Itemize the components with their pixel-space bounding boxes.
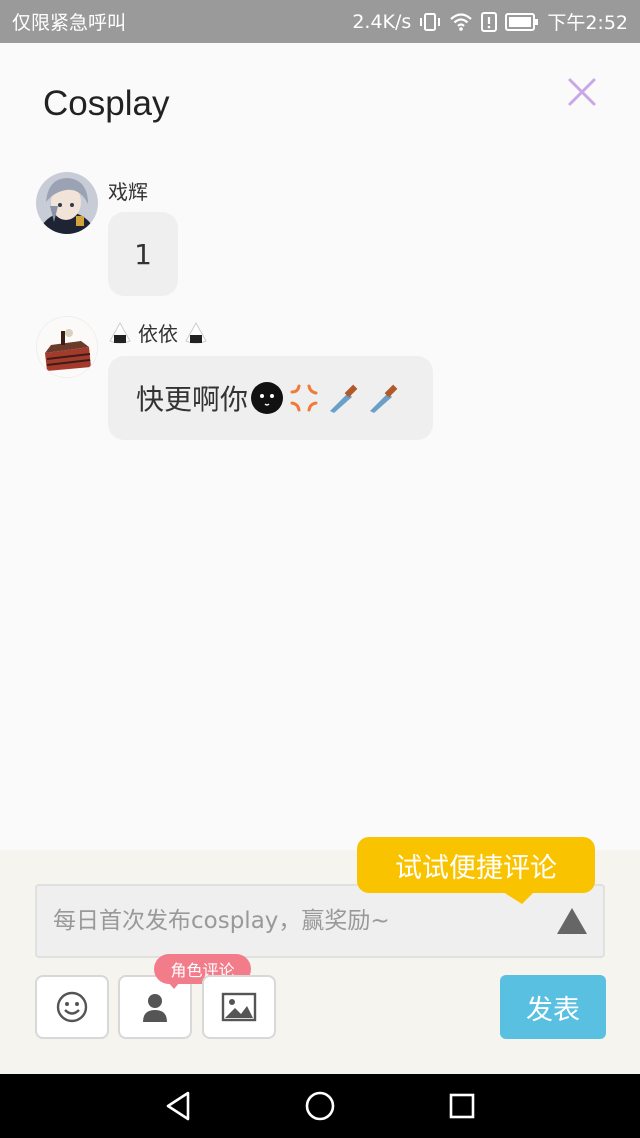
alert-icon — [481, 11, 498, 32]
home-circle-icon — [305, 1091, 335, 1121]
carrier-text: 仅限紧急呼叫 — [12, 12, 127, 34]
nav-home-button[interactable] — [302, 1088, 338, 1124]
send-button[interactable]: 发表 — [500, 975, 606, 1039]
quick-comment-tip[interactable]: 试试便捷评论 — [357, 837, 595, 893]
recent-square-icon — [449, 1093, 475, 1119]
close-icon — [568, 78, 596, 106]
black-face-emoji-icon — [250, 381, 284, 415]
comment-input[interactable] — [53, 908, 533, 934]
comment-item: 依依 快更啊你 — [0, 314, 640, 444]
comment-author: 戏辉 — [108, 180, 148, 204]
nav-back-button[interactable] — [160, 1088, 196, 1124]
image-icon — [221, 992, 257, 1022]
battery-icon — [505, 12, 539, 31]
network-speed: 2.4K/s — [352, 10, 412, 33]
triangle-up-icon[interactable] — [555, 906, 589, 936]
rice-ball-icon — [185, 321, 207, 343]
status-bar: 仅限紧急呼叫 2.4K/s 下午2:52 — [0, 0, 640, 43]
comment-text: 快更啊你 — [136, 383, 249, 416]
wifi-icon — [449, 12, 473, 32]
smiley-icon — [56, 991, 88, 1023]
emoji-button[interactable] — [35, 975, 109, 1039]
comment-bubble: 快更啊你 — [108, 356, 433, 440]
comment-bubble: 1 — [108, 212, 178, 296]
comment-text: 1 — [134, 237, 152, 271]
page-title: Cosplay — [43, 84, 170, 123]
knife-emoji-icon — [326, 381, 360, 415]
comment-author: 依依 — [108, 318, 208, 347]
comment-item: 戏辉 1 — [0, 170, 640, 300]
image-button[interactable] — [202, 975, 276, 1039]
avatar[interactable] — [36, 172, 98, 234]
nav-recent-button[interactable] — [444, 1088, 480, 1124]
tip-tail — [500, 890, 536, 904]
back-triangle-icon — [166, 1091, 190, 1121]
person-icon — [143, 994, 167, 1022]
role-comment-button[interactable] — [118, 975, 192, 1039]
role-badge-tail — [168, 982, 180, 989]
knife-emoji-icon — [366, 381, 400, 415]
close-button[interactable] — [562, 72, 602, 112]
vibrate-icon — [419, 11, 441, 33]
avatar[interactable] — [36, 316, 98, 378]
anger-symbol-icon — [288, 382, 320, 414]
system-nav-bar — [0, 1074, 640, 1138]
clock: 下午2:52 — [547, 12, 628, 34]
rice-ball-icon — [109, 321, 131, 343]
